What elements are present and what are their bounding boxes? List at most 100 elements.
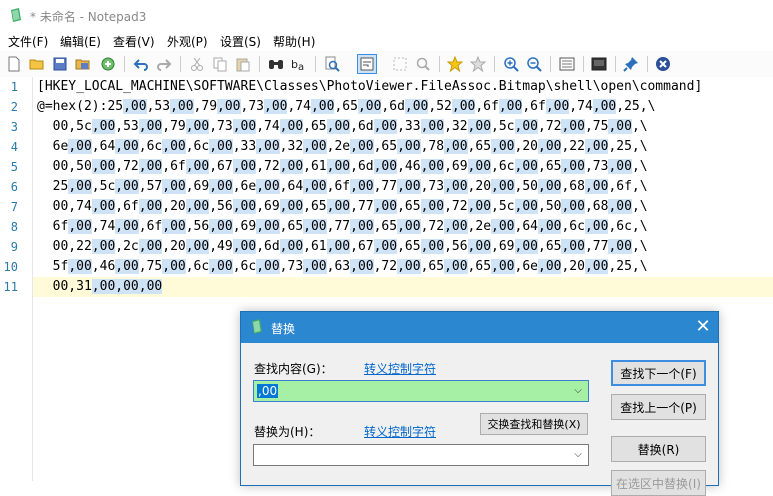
find-label: 查找内容(G)： <box>254 362 333 376</box>
match-highlight: ,00 <box>444 139 468 154</box>
pin-icon[interactable] <box>621 54 641 74</box>
select-all-icon[interactable] <box>390 54 410 74</box>
exit-icon[interactable] <box>653 54 673 74</box>
code-line: 00,31,00,00,00 <box>37 279 163 294</box>
replace-label: 替换为(H)： <box>254 425 321 439</box>
match-highlight: ,00 <box>561 119 585 134</box>
zoom-out-icon[interactable] <box>524 54 544 74</box>
undo-icon[interactable] <box>131 54 151 74</box>
match-highlight: ,00 <box>326 239 351 254</box>
menu-settings[interactable]: 设置(S) <box>220 33 261 50</box>
match-highlight: ,00 <box>397 179 421 194</box>
match-highlight: ,00 <box>514 159 538 174</box>
customize-schema-icon[interactable] <box>589 54 609 74</box>
line-number: 5 <box>10 160 18 174</box>
code-line: 00,22,00,2c,00,20,00,49,00,6d,00,61,00,6… <box>37 239 648 254</box>
match-highlight: ,00 <box>357 99 382 114</box>
save-icon[interactable] <box>50 54 70 74</box>
match-highlight: ,00 <box>545 99 570 114</box>
match-highlight: ,00 <box>467 159 492 174</box>
find-icon[interactable] <box>266 54 286 74</box>
line-number: 11 <box>3 280 18 294</box>
find-previous-button[interactable]: 查找上一个(P) <box>611 394 706 420</box>
match-highlight: ,00 <box>303 259 327 274</box>
match-highlight: ,00 <box>185 239 210 254</box>
zoom-in-icon[interactable] <box>501 54 521 74</box>
find-escape-link[interactable]: 转义控制字符 <box>364 360 436 377</box>
replace-input[interactable]: ⌵ <box>253 444 589 466</box>
schema-icon[interactable] <box>557 54 577 74</box>
match-highlight: ,00 <box>373 119 398 134</box>
open-folder-icon[interactable] <box>27 54 47 74</box>
match-highlight: ,00 <box>232 159 257 174</box>
match-highlight: ,00 <box>68 219 92 234</box>
dialog-close-icon[interactable]: ✕ <box>693 317 713 337</box>
line-number: 2 <box>10 100 18 114</box>
match-highlight: ,00 <box>115 179 139 194</box>
add-favorite-icon[interactable] <box>468 54 488 74</box>
menu-view[interactable]: 查看(V) <box>113 33 155 50</box>
toolbar: ba <box>0 51 773 78</box>
match-highlight: ,00 <box>123 99 147 114</box>
paste-icon[interactable] <box>233 54 253 74</box>
menu-edit[interactable]: 编辑(E) <box>60 33 101 50</box>
match-highlight: ,00 <box>498 99 523 114</box>
menu-help[interactable]: 帮助(H) <box>273 33 315 50</box>
zoom-search-icon[interactable] <box>413 54 433 74</box>
match-highlight: ,00 <box>467 119 492 134</box>
save-as-icon[interactable] <box>73 54 93 74</box>
replace-button[interactable]: 替换(R) <box>611 436 706 462</box>
code-line: @=hex(2):25,00,53,00,79,00,73,00,74,00,6… <box>37 99 656 114</box>
swap-find-replace-button[interactable]: 交换查找和替换(X) <box>480 413 588 435</box>
match-highlight: ,00 <box>279 159 304 174</box>
copy-icon[interactable] <box>210 54 230 74</box>
title-bar: * 未命名 - Notepad3 <box>0 0 773 31</box>
match-highlight: ,00 <box>138 239 163 254</box>
line-number: 6 <box>10 180 18 194</box>
find-next-button[interactable]: 查找下一个(F) <box>611 360 706 386</box>
find-input[interactable]: ,00 ⌵ <box>253 380 589 402</box>
replace-escape-link[interactable]: 转义控制字符 <box>364 423 436 440</box>
favorite-icon[interactable] <box>445 54 465 74</box>
find-next-icon[interactable] <box>322 54 342 74</box>
new-file-icon[interactable] <box>4 54 24 74</box>
dialog-title: 替换 <box>271 322 296 336</box>
word-wrap-icon[interactable] <box>357 54 377 74</box>
svg-text:a: a <box>298 62 304 72</box>
replace-icon[interactable]: ba <box>289 54 309 74</box>
match-highlight: ,00 <box>256 139 280 154</box>
match-highlight: ,00 <box>350 139 374 154</box>
match-highlight: ,00 <box>256 259 280 274</box>
code-line: 6e,00,64,00,6c,00,6c,00,33,00,32,00,2e,0… <box>37 139 648 154</box>
cut-icon[interactable] <box>187 54 207 74</box>
menu-file[interactable]: 文件(F) <box>8 33 48 50</box>
match-highlight: ,00 <box>608 199 632 214</box>
line-number: 10 <box>3 260 18 274</box>
match-highlight: ,00 <box>303 219 327 234</box>
match-highlight: ,00 <box>538 179 562 194</box>
match-highlight: ,00 <box>491 219 515 234</box>
match-highlight: ,00 <box>303 179 327 194</box>
notepad3-dialog-icon <box>252 319 262 334</box>
match-highlight: ,00 <box>444 219 468 234</box>
match-highlight: ,00 <box>326 119 351 134</box>
redo-icon[interactable] <box>154 54 174 74</box>
window-title: * 未命名 - Notepad3 <box>30 10 147 24</box>
chevron-down-icon[interactable]: ⌵ <box>572 384 584 398</box>
match-highlight: ,00 <box>420 199 445 214</box>
replace-in-selection-button[interactable]: 在选区中替换(I) <box>611 470 706 496</box>
line-number: 8 <box>10 220 18 234</box>
match-highlight: ,00 <box>232 119 257 134</box>
browse-icon[interactable] <box>98 54 118 74</box>
dialog-title-bar[interactable]: 替换 ✕ <box>241 312 718 343</box>
match-highlight: ,00 <box>373 239 398 254</box>
menu-appearance[interactable]: 外观(P) <box>167 33 208 50</box>
match-highlight: ,00 <box>491 259 515 274</box>
match-highlight: ,00 <box>538 259 562 274</box>
match-highlight: ,00 <box>404 99 429 114</box>
menu-bar: 文件(F) 编辑(E) 查看(V) 外观(P) 设置(S) 帮助(H) <box>0 31 773 51</box>
match-highlight: ,00 <box>420 119 445 134</box>
chevron-down-icon[interactable]: ⌵ <box>572 448 584 462</box>
match-highlight: ,00 <box>514 239 538 254</box>
line-number: 7 <box>10 200 18 214</box>
